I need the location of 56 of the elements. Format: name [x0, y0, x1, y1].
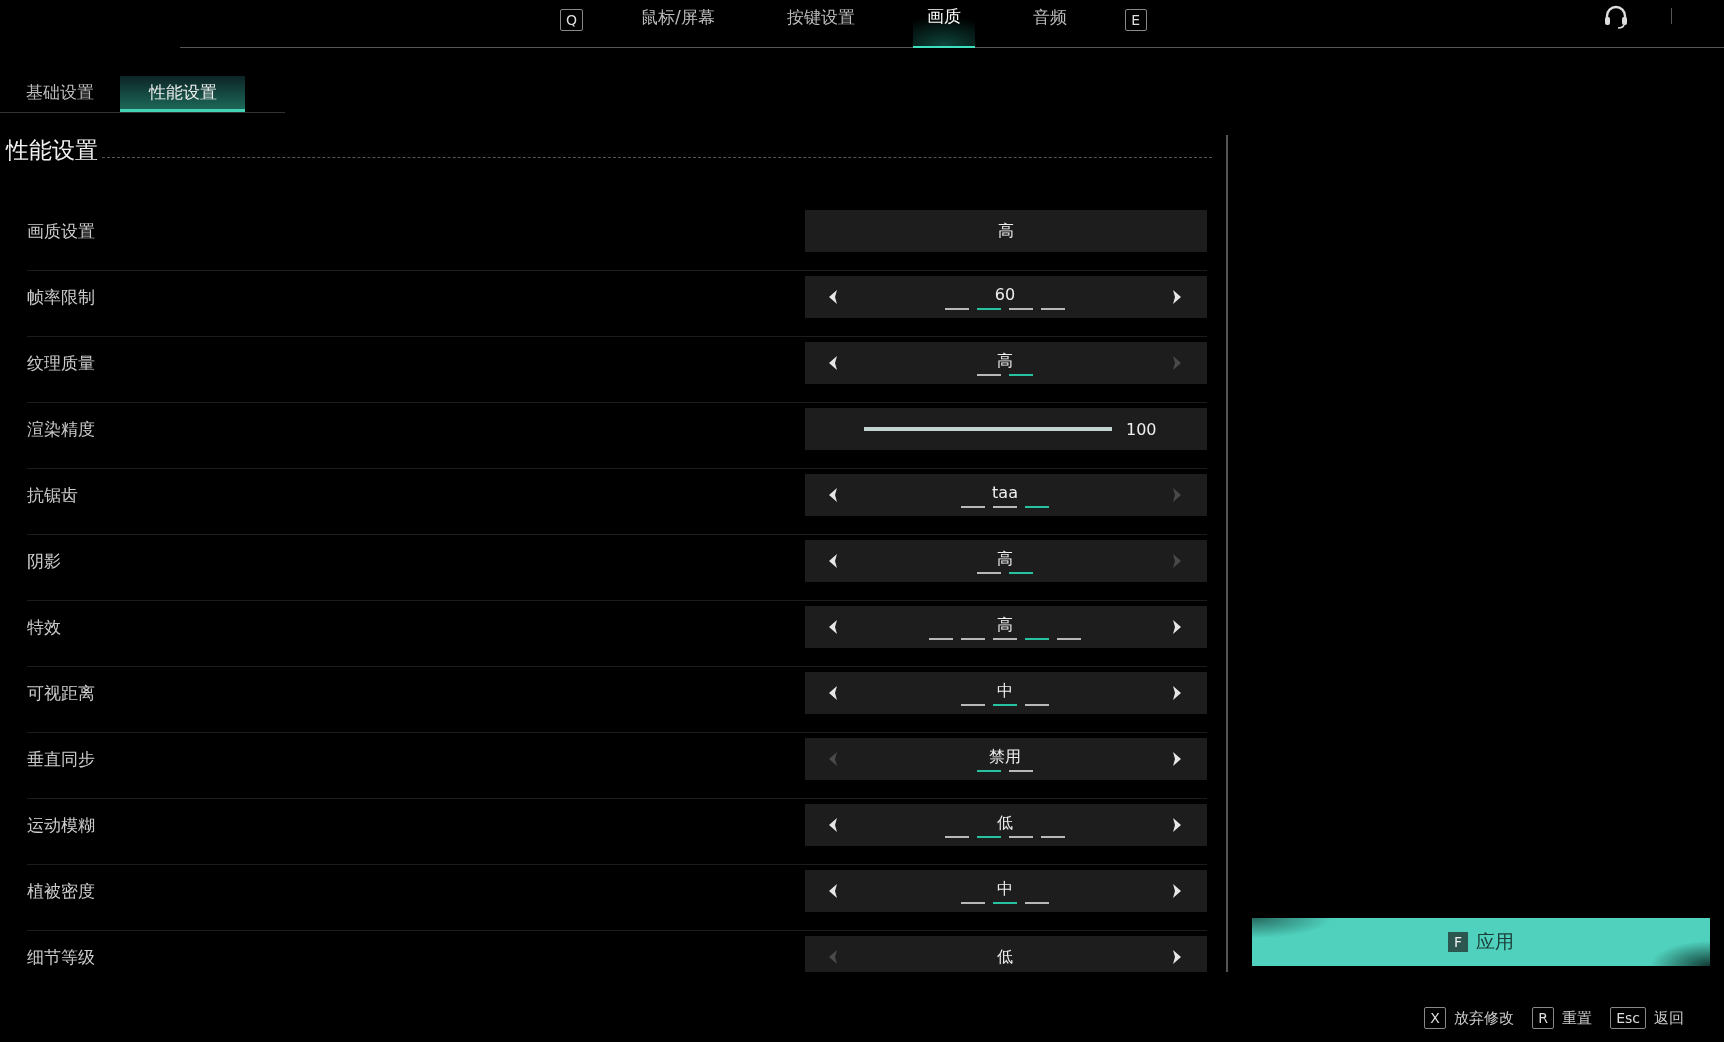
- setting-value: 高: [997, 548, 1013, 569]
- setting-value: 高: [997, 350, 1013, 371]
- hint-action[interactable]: 返回: [1654, 1008, 1684, 1028]
- next-arrow-icon[interactable]: [1171, 289, 1183, 305]
- setting-value: taa: [992, 482, 1018, 503]
- setting-label: 纹理质量: [27, 352, 96, 375]
- setting-label: 抗锯齿: [27, 484, 79, 507]
- key-hint: Esc: [1610, 1007, 1646, 1029]
- setting-label: 可视距离: [27, 682, 96, 705]
- prev-arrow-icon[interactable]: [827, 619, 839, 635]
- slider-value: 100: [1126, 419, 1157, 439]
- prev-arrow-icon[interactable]: [827, 817, 839, 833]
- key-hint: Q: [560, 9, 584, 31]
- sub-tab[interactable]: 基础设置: [0, 76, 120, 112]
- hint-action[interactable]: 放弃修改: [1454, 1008, 1515, 1028]
- section-title: 性能设置: [4, 136, 98, 165]
- sub-tab[interactable]: 性能设置: [120, 76, 245, 112]
- setting-value: 60: [994, 284, 1016, 305]
- setting-dropdown[interactable]: 高: [805, 210, 1207, 252]
- nav-tab[interactable]: 按键设置: [772, 0, 869, 48]
- apply-button[interactable]: F 应用: [1252, 918, 1710, 966]
- next-arrow-icon[interactable]: [1171, 817, 1183, 833]
- key-hint: R: [1532, 1007, 1555, 1029]
- prev-arrow-icon[interactable]: [827, 685, 839, 701]
- next-arrow-icon[interactable]: [1171, 751, 1183, 767]
- setting-value: 高: [997, 614, 1013, 635]
- headset-icon[interactable]: [1604, 4, 1628, 30]
- setting-label: 植被密度: [27, 880, 96, 903]
- nav-tab[interactable]: 鼠标/屏幕: [627, 0, 729, 48]
- nav-tab[interactable]: 音频: [1018, 0, 1081, 48]
- setting-label: 运动模糊: [27, 814, 96, 837]
- slider-fill[interactable]: [864, 427, 1112, 431]
- setting-value: 中: [997, 878, 1013, 899]
- setting-label: 垂直同步: [27, 748, 96, 771]
- next-arrow-icon[interactable]: [1171, 883, 1183, 899]
- setting-label: 特效: [27, 616, 62, 639]
- setting-label: 细节等级: [27, 946, 96, 969]
- next-arrow-icon[interactable]: [1171, 685, 1183, 701]
- next-arrow-icon[interactable]: [1171, 949, 1183, 965]
- setting-label: 帧率限制: [27, 286, 96, 309]
- setting-value: 低: [997, 947, 1013, 967]
- key-hint: X: [1424, 1007, 1447, 1029]
- hint-action[interactable]: 重置: [1562, 1008, 1593, 1028]
- prev-arrow-icon[interactable]: [827, 553, 839, 569]
- prev-arrow-icon[interactable]: [827, 355, 839, 371]
- setting-label: 渲染精度: [27, 418, 96, 441]
- setting-value: 低: [997, 812, 1013, 833]
- key-hint: E: [1124, 9, 1147, 31]
- setting-label: 阴影: [27, 550, 62, 573]
- prev-arrow-icon[interactable]: [827, 487, 839, 503]
- setting-value: 中: [997, 680, 1013, 701]
- prev-arrow-icon[interactable]: [827, 289, 839, 305]
- setting-value: 禁用: [989, 746, 1021, 767]
- setting-label: 画质设置: [27, 220, 96, 243]
- next-arrow-icon[interactable]: [1171, 619, 1183, 635]
- prev-arrow-icon[interactable]: [827, 883, 839, 899]
